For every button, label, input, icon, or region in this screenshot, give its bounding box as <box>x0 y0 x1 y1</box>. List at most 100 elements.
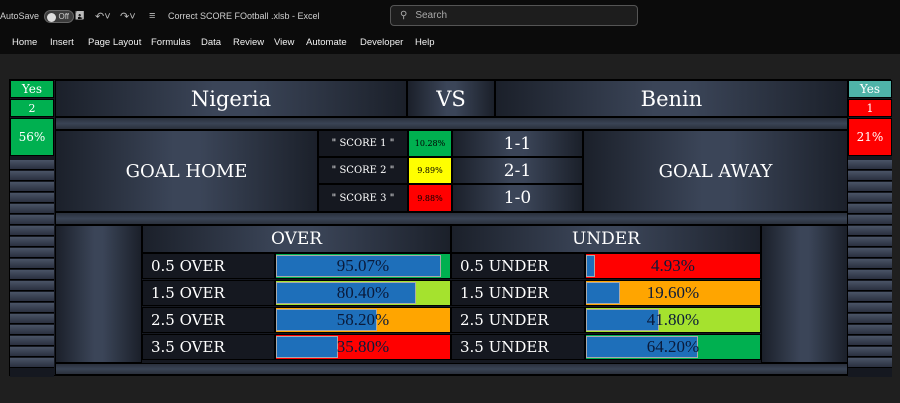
over-header[interactable]: OVER <box>142 225 451 253</box>
home-slat <box>10 292 54 302</box>
over-row-label[interactable]: 1.5 OVER <box>142 280 275 306</box>
right-pillar <box>761 225 848 363</box>
home-slat <box>10 281 54 291</box>
away-slat <box>848 292 892 302</box>
search-placeholder: Search <box>415 10 448 21</box>
ribbon-tabs: Home Insert Page Layout Formulas Data Re… <box>0 32 900 54</box>
toggle-knob-icon <box>47 12 57 22</box>
away-slat <box>848 160 892 170</box>
title-bar: AutoSave Off 🖪 ↶˅ ↷˅ ≡ Correct SCORE FOo… <box>0 0 900 32</box>
score-3-result[interactable]: 1-0 <box>452 184 583 212</box>
away-slat <box>848 215 892 225</box>
under-row-label[interactable]: 2.5 UNDER <box>451 307 585 333</box>
over-bar-value: 35.80% <box>336 337 390 356</box>
undo-icon[interactable]: ↶˅ <box>95 10 111 23</box>
under-row-label[interactable]: 0.5 UNDER <box>451 253 585 279</box>
redo-icon[interactable]: ↷˅ <box>120 10 136 23</box>
left-pillar <box>55 225 142 363</box>
home-slat <box>10 248 54 258</box>
goal-away-label[interactable]: GOAL AWAY <box>583 130 848 212</box>
home-slat <box>10 303 54 313</box>
away-slat <box>848 237 892 247</box>
prediction-dashboard: Yes 2 56% Yes 1 21% Nigeria VS Benin GOA… <box>9 79 892 377</box>
tab-developer[interactable]: Developer <box>360 37 403 48</box>
home-slat <box>10 325 54 335</box>
home-slat <box>10 358 54 368</box>
away-slat <box>848 270 892 280</box>
home-percent-cell[interactable]: 56% <box>10 118 54 156</box>
score-2-prob[interactable]: 9.89% <box>408 157 452 184</box>
score-2-label[interactable]: " SCORE 2 " <box>318 157 408 184</box>
away-percent-cell[interactable]: 21% <box>848 118 892 156</box>
spacer-row <box>55 117 848 130</box>
under-row-label[interactable]: 3.5 UNDER <box>451 334 585 360</box>
tab-data[interactable]: Data <box>201 37 221 48</box>
over-bar[interactable]: 35.80% <box>275 334 451 360</box>
home-slat <box>10 347 54 357</box>
tab-formulas[interactable]: Formulas <box>151 37 191 48</box>
away-slat <box>848 303 892 313</box>
over-row-label[interactable]: 3.5 OVER <box>142 334 275 360</box>
tab-page-layout[interactable]: Page Layout <box>88 37 141 48</box>
over-bar-value: 95.07% <box>336 256 390 275</box>
over-bar[interactable]: 58.20% <box>275 307 451 333</box>
under-header[interactable]: UNDER <box>451 225 761 253</box>
tab-automate[interactable]: Automate <box>306 37 347 48</box>
search-icon: ⚲ <box>400 10 408 21</box>
under-row-label[interactable]: 1.5 UNDER <box>451 280 585 306</box>
score-2-result[interactable]: 2-1 <box>452 157 583 184</box>
tab-insert[interactable]: Insert <box>50 37 74 48</box>
home-slat <box>10 204 54 214</box>
home-slat <box>10 160 54 170</box>
away-slat <box>848 171 892 181</box>
score-1-result[interactable]: 1-1 <box>452 130 583 157</box>
home-team-name[interactable]: Nigeria <box>55 80 407 117</box>
away-slat <box>848 325 892 335</box>
home-slat <box>10 171 54 181</box>
away-slat <box>848 204 892 214</box>
away-flag-cell[interactable]: Yes <box>848 80 892 98</box>
score-1-prob[interactable]: 10.28% <box>408 130 452 157</box>
away-slat <box>848 336 892 346</box>
search-box[interactable]: ⚲ Search <box>390 5 638 26</box>
away-count-cell[interactable]: 1 <box>848 99 892 117</box>
away-side-column: Yes 1 21% <box>848 80 892 377</box>
autosave-label: AutoSave <box>0 11 40 21</box>
over-bar[interactable]: 80.40% <box>275 280 451 306</box>
under-bar-value: 4.93% <box>651 256 695 275</box>
away-slat <box>848 347 892 357</box>
tab-view[interactable]: View <box>274 37 294 48</box>
home-slat <box>10 237 54 247</box>
under-bar-value: 19.60% <box>646 283 700 302</box>
away-slat <box>848 281 892 291</box>
score-1-label[interactable]: " SCORE 1 " <box>318 130 408 157</box>
vs-label[interactable]: VS <box>407 80 495 117</box>
tab-review[interactable]: Review <box>233 37 264 48</box>
over-row-label[interactable]: 0.5 OVER <box>142 253 275 279</box>
home-count-cell[interactable]: 2 <box>10 99 54 117</box>
over-bar[interactable]: 95.07% <box>275 253 451 279</box>
autosave-toggle[interactable]: Off <box>44 9 75 23</box>
save-icon[interactable]: 🖪 <box>75 7 84 26</box>
tab-home[interactable]: Home <box>12 37 37 48</box>
under-bar[interactable]: 41.80% <box>585 307 761 333</box>
score-3-prob[interactable]: 9.88% <box>408 184 452 212</box>
home-side-column: Yes 2 56% <box>10 80 54 377</box>
home-slat <box>10 215 54 225</box>
over-row-label[interactable]: 2.5 OVER <box>142 307 275 333</box>
goal-home-label[interactable]: GOAL HOME <box>55 130 318 212</box>
score-3-label[interactable]: " SCORE 3 " <box>318 184 408 212</box>
bottom-strip <box>55 363 848 375</box>
under-bar[interactable]: 64.20% <box>585 334 761 360</box>
under-bar[interactable]: 19.60% <box>585 280 761 306</box>
home-flag-cell[interactable]: Yes <box>10 80 54 98</box>
tab-help[interactable]: Help <box>415 37 435 48</box>
customize-toolbar-icon[interactable]: ≡ <box>149 10 155 22</box>
away-slat <box>848 193 892 203</box>
away-team-name[interactable]: Benin <box>495 80 848 117</box>
away-slat <box>848 259 892 269</box>
spacer-row <box>55 212 848 225</box>
under-bar[interactable]: 4.93% <box>585 253 761 279</box>
under-bar-value: 41.80% <box>646 310 700 329</box>
home-slat <box>10 259 54 269</box>
